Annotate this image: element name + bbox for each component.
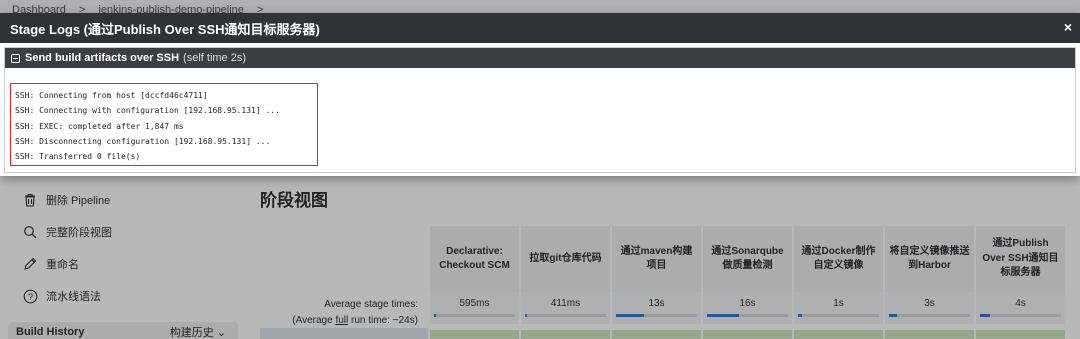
- modal-body: Send build artifacts over SSH (self time…: [0, 43, 1080, 176]
- log-line: SSH: Disconnecting configuration [192.16…: [15, 136, 271, 146]
- modal-header: Stage Logs (通过Publish Over SSH通知目标服务器) ×: [0, 13, 1080, 43]
- collapse-toggle-icon[interactable]: [11, 53, 20, 63]
- close-icon[interactable]: ×: [1064, 20, 1072, 34]
- log-line: SSH: Transferred 0 file(s): [15, 152, 141, 162]
- log-line: SSH: Connecting from host [dccfd46c4711]: [15, 91, 208, 100]
- stage-logs-modal: Stage Logs (通过Publish Over SSH通知目标服务器) ×…: [0, 13, 1080, 176]
- step-self-time: (self time 2s): [183, 52, 247, 64]
- step-header[interactable]: Send build artifacts over SSH (self time…: [5, 48, 1075, 68]
- modal-title: Stage Logs (通过Publish Over SSH通知目标服务器): [10, 21, 320, 37]
- log-output: SSH: Connecting from host [dccfd46c4711]…: [10, 83, 318, 166]
- step-name: Send build artifacts over SSH: [25, 52, 180, 64]
- log-line: SSH: EXEC: completed after 1,847 ms: [15, 121, 184, 131]
- log-line: SSH: Connecting with configuration [192.…: [15, 106, 280, 116]
